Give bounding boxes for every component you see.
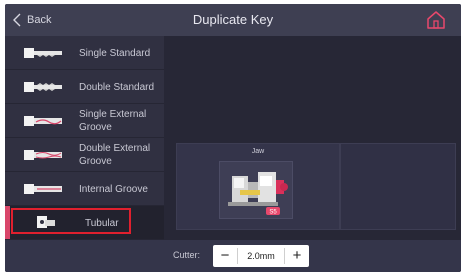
active-indicator <box>5 206 10 239</box>
jaw-label: Jaw <box>251 148 265 155</box>
decrease-button[interactable]: − <box>213 245 237 267</box>
cutter-stepper: − 2.0mm + <box>213 245 309 267</box>
empty-panel <box>340 143 456 230</box>
sidebar-item-label: Single Standard <box>79 48 151 59</box>
sidebar-item-single-standard[interactable]: Single Standard <box>5 36 164 70</box>
single-external-groove-key-icon <box>24 116 62 126</box>
cutter-bar: Cutter: − 2.0mm + <box>5 240 461 272</box>
sidebar-item-label: Internal Groove <box>79 184 148 195</box>
page-title: Duplicate Key <box>192 12 274 27</box>
sidebar-item-label: Tubular <box>85 218 119 229</box>
sidebar-item-double-external-groove[interactable]: Double External Groove <box>5 138 164 172</box>
sidebar-item-label: Double External Groove <box>79 143 151 167</box>
cutter-label: Cutter: <box>173 250 201 260</box>
header-bar: Back Duplicate Key <box>5 4 461 36</box>
tubular-jaw-icon: S5 <box>228 172 288 216</box>
increase-button[interactable]: + <box>285 245 309 267</box>
sidebar-item-double-standard[interactable]: Double Standard <box>5 70 164 104</box>
home-button[interactable] <box>425 9 447 31</box>
jaw-panel: Jaw S5 <box>176 143 340 230</box>
home-icon <box>427 11 445 29</box>
sidebar-item-internal-groove[interactable]: Internal Groove <box>5 172 164 206</box>
sidebar-item-label: Single External Groove <box>79 109 147 133</box>
double-standard-key-icon <box>24 82 62 92</box>
jaw-option[interactable]: S5 <box>219 161 293 219</box>
double-external-groove-key-icon <box>24 150 62 160</box>
main-content: Jaw S5 <box>164 36 461 240</box>
jaw-badge: S5 <box>269 210 277 216</box>
cutter-value: 2.0mm <box>237 248 285 264</box>
duplicate-key-screen: Back Duplicate Key Single Standard Doubl… <box>5 4 461 272</box>
tubular-key-icon <box>37 216 55 228</box>
sidebar-item-tubular[interactable]: Tubular <box>5 206 164 240</box>
single-standard-key-icon <box>24 48 62 58</box>
sidebar-item-single-external-groove[interactable]: Single External Groove <box>5 104 164 138</box>
sidebar-item-label: Double Standard <box>79 82 155 93</box>
internal-groove-key-icon <box>24 184 62 194</box>
key-type-sidebar: Single Standard Double Standard Single E… <box>5 36 164 240</box>
